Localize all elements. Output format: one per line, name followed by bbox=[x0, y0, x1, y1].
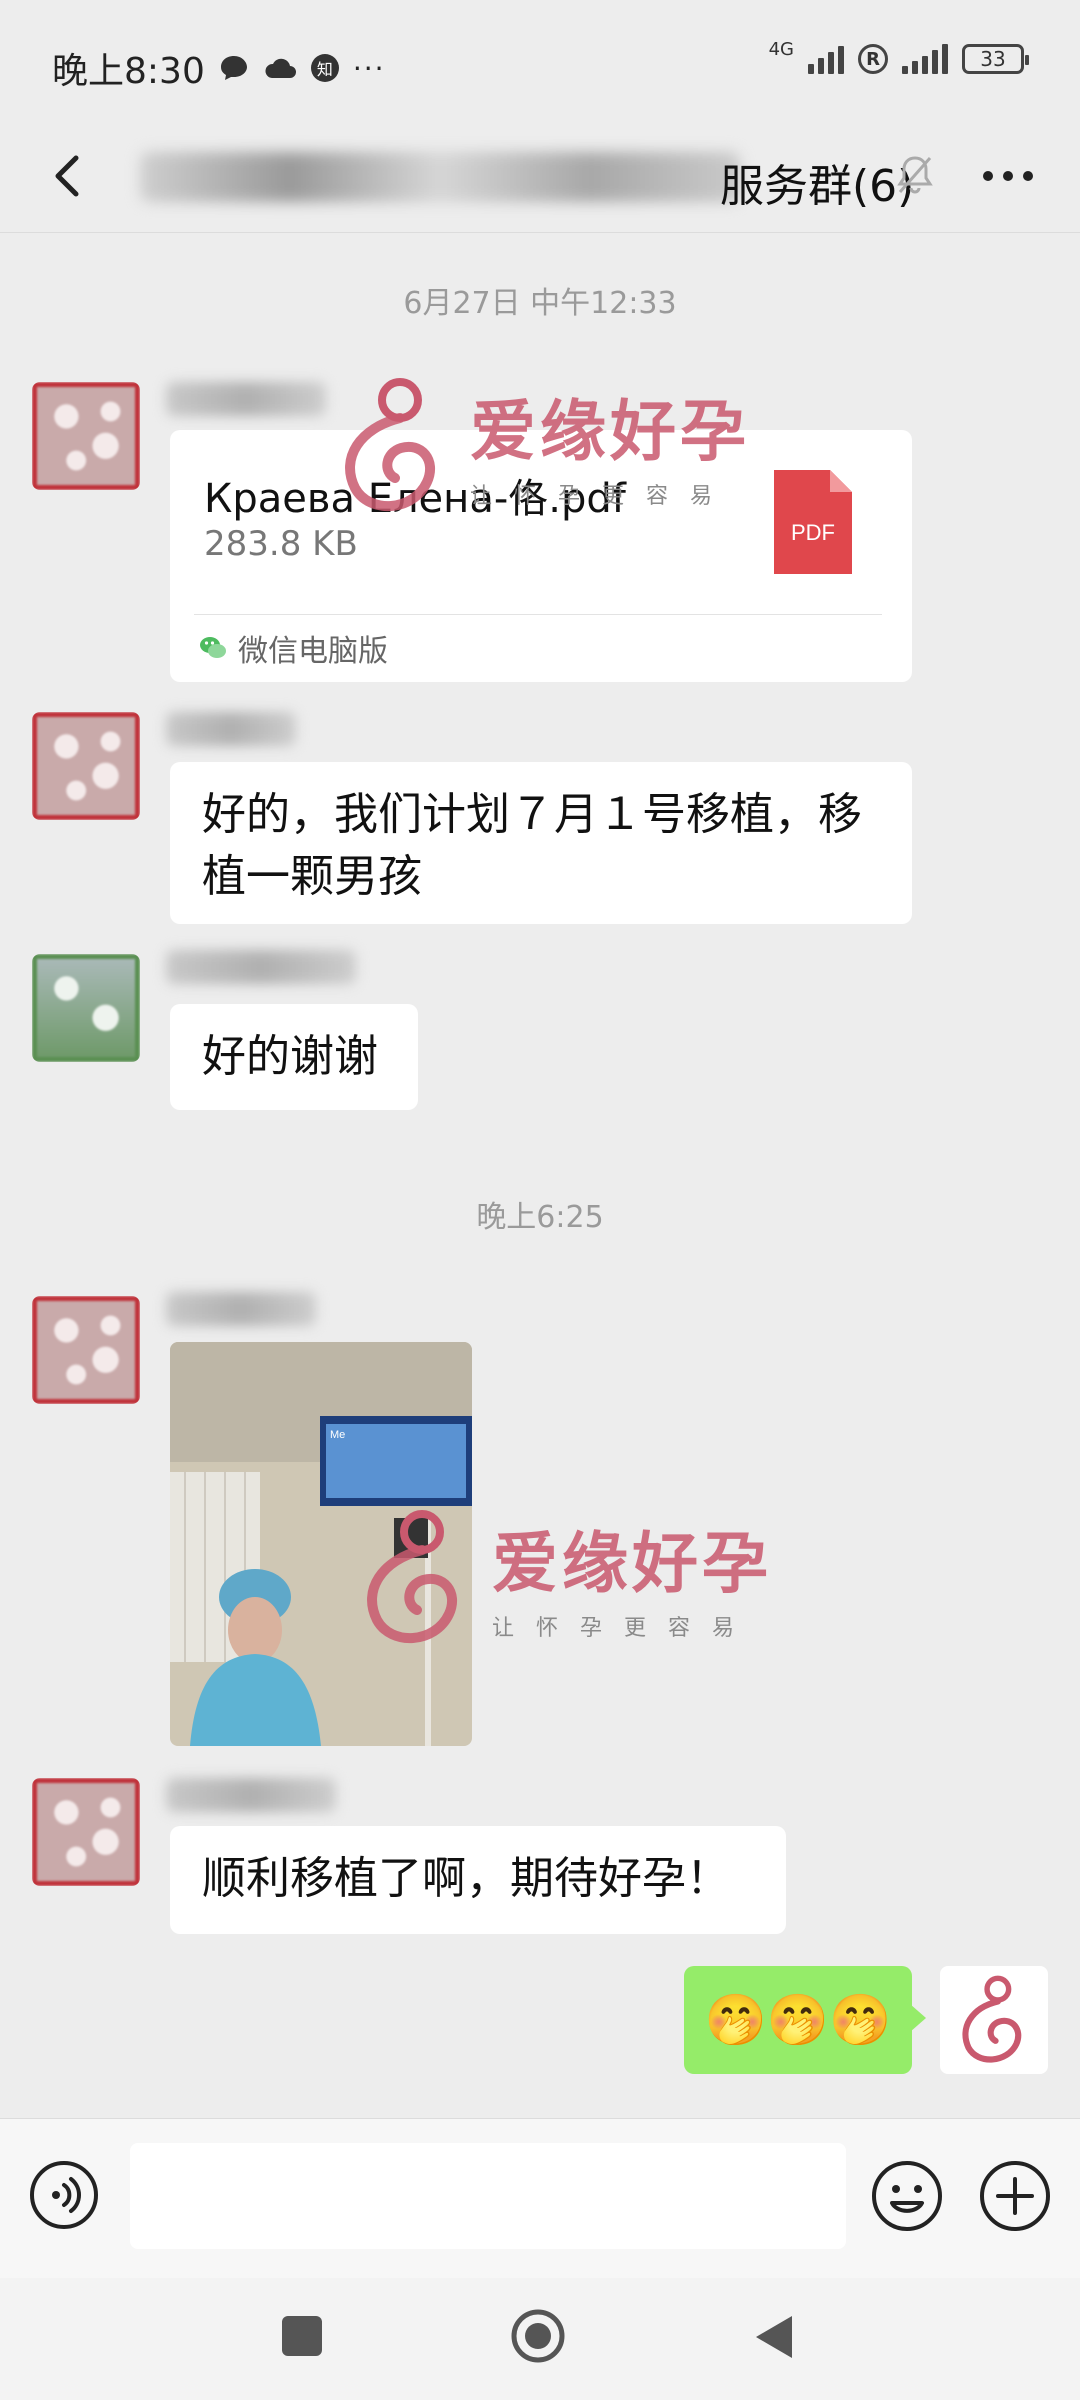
network-type-label: 4G bbox=[768, 38, 794, 60]
avatar[interactable] bbox=[32, 1778, 140, 1886]
status-right: 4G R 33 bbox=[769, 39, 1029, 74]
more-dots-icon[interactable] bbox=[980, 158, 1036, 194]
text-message[interactable]: 顺利移植了啊，期待好孕！ bbox=[170, 1826, 786, 1934]
roaming-icon: R bbox=[858, 44, 888, 74]
file-source-label: 微信电脑版 bbox=[238, 634, 388, 669]
chat-header: 服务群(6) bbox=[0, 120, 1080, 233]
text-message[interactable]: 好的，我们计划７月１号移植，移植一颗男孩 bbox=[170, 762, 912, 924]
file-source: 微信电脑版 bbox=[198, 626, 388, 670]
chat-title[interactable]: 服务群(6) bbox=[140, 142, 920, 212]
sender-name-redacted bbox=[166, 712, 296, 746]
file-size: 283.8 KB bbox=[204, 524, 358, 564]
watermark: 爱缘好孕 让怀孕更容易 bbox=[330, 374, 750, 514]
avatar[interactable] bbox=[32, 712, 140, 820]
plus-icon[interactable] bbox=[978, 2159, 1052, 2233]
message-text: 好的，我们计划７月１号移植，移植一颗男孩 bbox=[202, 789, 862, 902]
message-text: 顺利移植了啊，期待好孕！ bbox=[202, 1853, 730, 1904]
brand-logo-icon bbox=[367, 1510, 458, 1644]
message-text: 好的谢谢 bbox=[202, 1031, 378, 1082]
battery-icon: 33 bbox=[962, 44, 1029, 74]
self-avatar[interactable] bbox=[940, 1966, 1048, 2074]
self-message[interactable]: 🤭🤭🤭 bbox=[684, 1966, 926, 2074]
chat-notification-icon bbox=[220, 56, 247, 80]
divider bbox=[194, 614, 882, 615]
sender-name-redacted bbox=[166, 1292, 316, 1326]
status-time: 晚上8:30 bbox=[52, 51, 205, 92]
watermark: 爱缘好孕 让怀孕更容易 bbox=[352, 1506, 772, 1646]
message-input[interactable] bbox=[130, 2143, 846, 2249]
avatar[interactable] bbox=[32, 954, 140, 1062]
status-left: 晚上8:30 知 ··· bbox=[52, 42, 386, 94]
redacted-title bbox=[140, 152, 740, 202]
timestamp: 晚上6:25 bbox=[476, 1200, 604, 1235]
avatar[interactable] bbox=[32, 382, 140, 490]
screen-label: Me bbox=[330, 1429, 345, 1441]
input-bar bbox=[0, 2118, 1080, 2279]
pdf-type-label: PDF bbox=[791, 520, 835, 545]
emoji-icon[interactable] bbox=[870, 2159, 944, 2233]
watermark-title: 爱缘好孕 bbox=[492, 1525, 772, 1602]
zhihu-badge-icon: 知 bbox=[310, 54, 339, 82]
timestamp: 6月27日 中午12:33 bbox=[403, 286, 677, 321]
signal-1-icon bbox=[808, 44, 844, 74]
home-icon[interactable] bbox=[510, 2308, 566, 2364]
brand-logo-icon bbox=[345, 378, 436, 512]
pdf-file-icon: PDF bbox=[774, 470, 852, 574]
status-more: ··· bbox=[352, 51, 386, 85]
back-triangle-icon[interactable] bbox=[752, 2312, 796, 2362]
chevron-left-icon[interactable] bbox=[40, 146, 100, 206]
text-message[interactable]: 好的谢谢 bbox=[170, 1004, 418, 1110]
signal-2-icon bbox=[902, 44, 948, 74]
status-bar: 晚上8:30 知 ··· 4G R 33 bbox=[0, 0, 1080, 120]
battery-level: 33 bbox=[980, 47, 1006, 71]
self-message-text: 🤭🤭🤭 bbox=[704, 1990, 892, 2049]
brand-logo-icon bbox=[962, 1975, 1022, 2063]
sender-name-redacted bbox=[166, 1778, 336, 1812]
chat-title-text: 服务群(6) bbox=[720, 161, 915, 212]
avatar[interactable] bbox=[32, 1296, 140, 1404]
sender-name-redacted bbox=[166, 382, 326, 416]
voice-input-icon[interactable] bbox=[28, 2159, 100, 2231]
watermark-title: 爱缘好孕 bbox=[470, 393, 750, 470]
bell-off-icon bbox=[897, 156, 933, 194]
watermark-subtitle: 让怀孕更容易 bbox=[470, 484, 735, 509]
wechat-icon bbox=[200, 637, 226, 658]
watermark-subtitle: 让怀孕更容易 bbox=[492, 1616, 757, 1641]
sender-name-redacted bbox=[166, 950, 356, 984]
recent-apps-icon[interactable] bbox=[282, 2316, 322, 2356]
system-nav-bar bbox=[0, 2278, 1080, 2400]
cloud-icon bbox=[265, 58, 296, 78]
